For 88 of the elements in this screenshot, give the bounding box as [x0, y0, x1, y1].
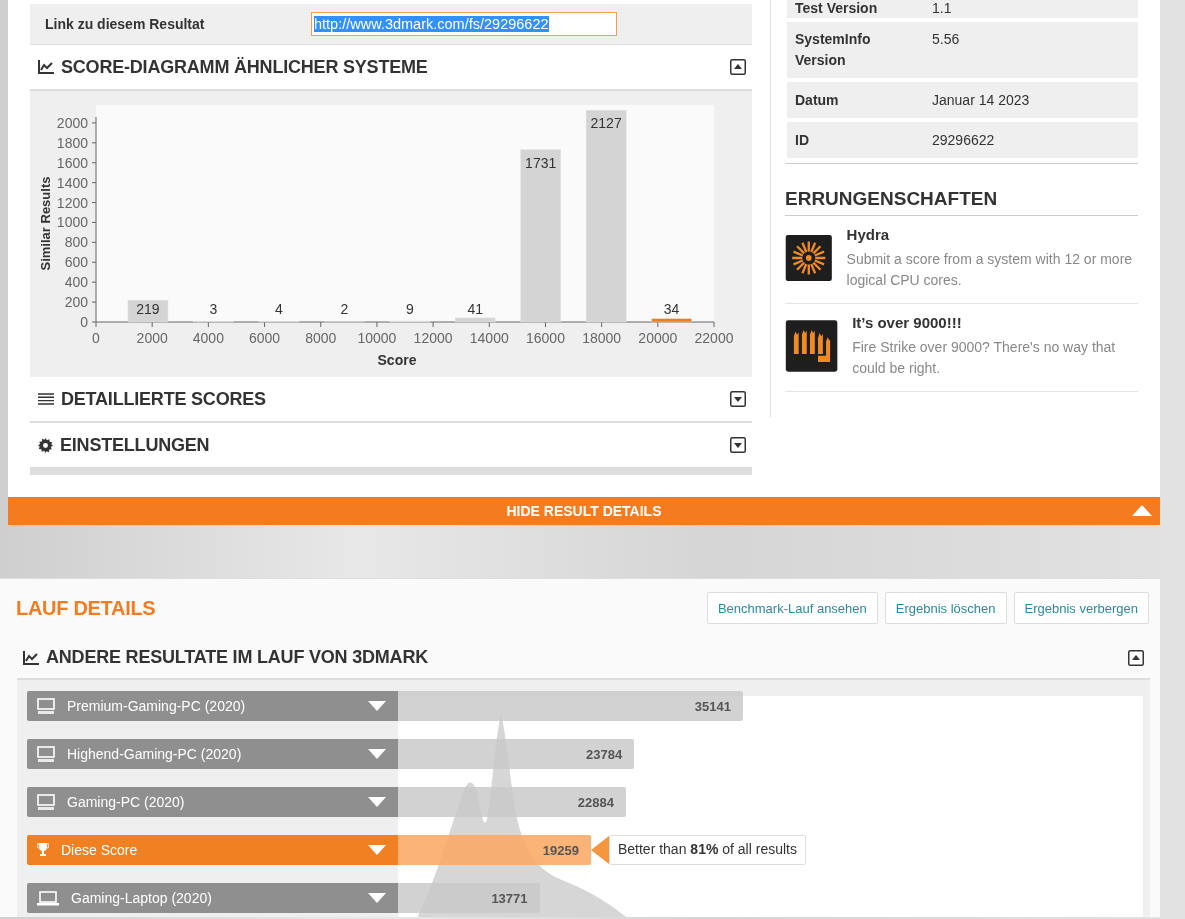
score-bar: 19259 — [398, 835, 591, 865]
y-tick-label: 800 — [64, 234, 88, 251]
bar-value-label: 3 — [209, 301, 218, 317]
y-tick-label: 400 — [64, 274, 88, 291]
info-label: Datum — [795, 90, 840, 110]
field-label: Link zu diesem Resultat — [44, 16, 206, 32]
info-value: Januar 14 2023 — [932, 90, 1030, 110]
bar-value-label: 219 — [136, 301, 160, 317]
section-title: ANDERE RESULTATE IM LAUF VON 3DMARK — [46, 647, 429, 668]
info-value: 5.56 — [932, 30, 960, 49]
y-tick-label: 1200 — [56, 194, 88, 211]
x-tick-label: 8000 — [305, 330, 337, 346]
line-chart-icon — [23, 650, 39, 665]
y-tick-label: 600 — [64, 254, 88, 271]
x-axis-title: Score — [377, 352, 417, 368]
section-heading: LAUF DETAILS — [16, 596, 156, 620]
section-title: DETAILLIERTE SCORES — [61, 388, 267, 410]
achievement-title: It’s over 9000!!! — [852, 314, 963, 331]
info-value: 1.1 — [932, 0, 952, 16]
caret-down-icon — [368, 701, 386, 711]
collapse-icon[interactable] — [1128, 649, 1144, 666]
caret-down-icon — [368, 893, 386, 903]
x-tick-label: 20000 — [638, 330, 678, 346]
expand-icon[interactable] — [730, 391, 746, 407]
info-value: 29296622 — [932, 130, 995, 150]
bar-value-label: 34 — [663, 301, 680, 317]
x-tick-label: 12000 — [413, 330, 453, 346]
action-button[interactable]: Ergebnis verbergen — [1013, 592, 1149, 624]
settings-icon — [38, 437, 53, 453]
list-icon — [38, 393, 54, 405]
x-tick-label: 22000 — [694, 330, 734, 346]
action-button[interactable]: Ergebnis löschen — [884, 592, 1007, 624]
system-dropdown[interactable]: Gaming-PC (2020) — [27, 787, 398, 817]
system-dropdown[interactable]: Premium-Gaming-PC (2020) — [27, 691, 398, 721]
y-tick-label: 1400 — [56, 174, 88, 191]
x-tick-label: 0 — [92, 330, 100, 346]
link-field[interactable]: http://www.3dmark.com/fs/29296622 — [311, 12, 617, 36]
bar-value-label: 9 — [405, 301, 414, 317]
trophy-icon — [37, 843, 49, 857]
x-tick-label: 10000 — [357, 330, 397, 346]
percentile-tooltip: Better than 81% of all results — [608, 835, 806, 865]
score-bar: 13771 — [398, 883, 540, 913]
system-dropdown[interactable]: Gaming-Laptop (2020) — [27, 883, 398, 913]
monitor-icon — [37, 793, 55, 811]
laptop-icon — [37, 890, 59, 906]
achievement-description: Fire Strike over 9000? There's no way that could be right. — [852, 338, 1117, 378]
x-tick-label: 2000 — [136, 330, 168, 346]
bar-value-label: 41 — [467, 301, 483, 317]
score-bar: 23784 — [398, 739, 635, 769]
info-label: SystemInfo Version — [795, 30, 872, 70]
caret-up-icon — [1132, 505, 1152, 516]
y-axis-title: Similar Results — [38, 176, 53, 271]
y-tick-label: 0 — [80, 314, 88, 330]
bar-value-label: 2127 — [590, 115, 622, 132]
x-tick-label: 6000 — [248, 330, 281, 346]
achievements-heading: ERRUNGENSCHAFTEN — [785, 188, 1138, 216]
x-tick-label: 18000 — [582, 330, 622, 346]
y-tick-label: 2000 — [56, 114, 88, 131]
action-button[interactable]: Benchmark-Lauf ansehen — [706, 592, 878, 624]
bar-value-label: 2 — [340, 301, 349, 317]
x-tick-label: 14000 — [469, 330, 509, 346]
bar-value-label: 1731 — [525, 154, 557, 171]
section-title: EINSTELLUNGEN — [60, 434, 211, 456]
monitor-icon — [37, 697, 55, 715]
achievement-description: Submit a score from a system with 12 or more logical CPU cores. — [846, 250, 1134, 290]
achievement-title: Hydra — [846, 226, 891, 243]
system-dropdown[interactable]: Diese Score — [27, 835, 398, 865]
y-tick-label: 1000 — [56, 214, 88, 231]
info-label: Test Version — [795, 0, 879, 16]
caret-down-icon — [368, 845, 386, 855]
y-tick-label: 1600 — [56, 154, 88, 171]
info-label: ID — [795, 130, 810, 150]
line-chart-icon — [38, 60, 54, 74]
x-tick-label: 16000 — [526, 330, 565, 346]
x-tick-label: 4000 — [192, 330, 224, 346]
hide-details-button[interactable]: HIDE RESULT DETAILS — [8, 497, 1160, 525]
caret-down-icon — [368, 749, 386, 759]
section-title: SCORE-DIAGRAMM ÄHNLICHER SYSTEME — [61, 56, 429, 78]
expand-icon[interactable] — [730, 437, 746, 453]
system-dropdown[interactable]: Highend-Gaming-PC (2020) — [27, 739, 398, 769]
y-tick-label: 200 — [64, 294, 88, 311]
monitor-icon — [37, 745, 55, 763]
score-bar: 35141 — [398, 691, 743, 721]
y-tick-label: 1800 — [56, 134, 88, 151]
score-bar: 22884 — [398, 787, 626, 817]
bar-value-label: 4 — [274, 301, 283, 317]
caret-down-icon — [368, 797, 386, 807]
collapse-icon[interactable] — [730, 59, 746, 75]
